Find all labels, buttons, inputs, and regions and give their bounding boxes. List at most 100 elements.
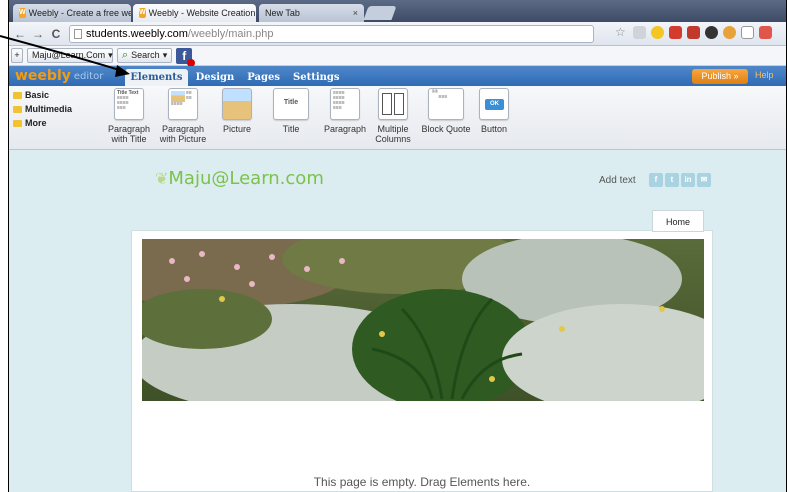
content-area[interactable]: This page is empty. Drag Elements here. (131, 230, 713, 492)
element-multiple-columns[interactable]: Multiple Columns (366, 88, 420, 144)
extension-icon[interactable] (633, 26, 646, 39)
multiple-columns-thumb (378, 88, 408, 120)
bookmark-extension-icon[interactable] (687, 26, 700, 39)
folder-icon (13, 105, 22, 113)
nav-home[interactable]: Home (645, 201, 723, 251)
publish-button[interactable]: Publish » (692, 69, 748, 84)
tab-settings[interactable]: Settings (288, 69, 345, 86)
custom-toolbar: + Maju@Learn.Com ▾ ⌕ Search ▾ f (9, 46, 786, 67)
elements-panel: Basic Multimedia More Title Text ≡≡≡≡ ≡≡≡≡… (9, 86, 786, 150)
element-label: Button (480, 124, 508, 134)
empty-page-message: This page is empty. Drag Elements here. (313, 475, 531, 489)
search-icon: ⌕ (122, 49, 129, 61)
pencil-icon[interactable] (741, 26, 754, 39)
tab-design[interactable]: Design (191, 69, 240, 86)
thumb-title: Title Text (117, 90, 139, 96)
moon-extension-icon[interactable] (651, 26, 664, 39)
email-social-icon[interactable]: ✉ (697, 173, 711, 187)
picture-thumb (222, 88, 252, 120)
title-thumb: Title Text (273, 88, 309, 120)
leaf-icon: ❦ (155, 169, 169, 188)
close-icon[interactable]: × (353, 4, 358, 22)
search-label: Search (131, 50, 160, 60)
back-button[interactable]: ← (13, 27, 27, 41)
browser-window: W Weebly - Create a free we × W Weebly -… (8, 0, 787, 492)
site-select[interactable]: Maju@Learn.Com ▾ (27, 48, 113, 63)
banner-image (142, 239, 704, 401)
picture-icon (171, 91, 185, 102)
site-title[interactable]: ❦Maju@Learn.com (155, 168, 324, 189)
element-label: Paragraph with Title (107, 124, 151, 144)
search-button[interactable]: ⌕ Search ▾ (117, 48, 173, 63)
block-quote-thumb: ❝≡≡≡ (428, 88, 464, 120)
button-thumb: OK (479, 88, 509, 120)
element-label: Paragraph with Picture (159, 124, 207, 144)
element-label: Picture (222, 124, 251, 134)
weebly-editor-bar: weebly editor Elements Design Pages Sett… (9, 66, 786, 86)
tab-strip: W Weebly - Create a free we × W Weebly -… (9, 0, 786, 22)
element-paragraph[interactable]: ≡≡≡≡ ≡≡≡≡ ≡≡≡≡ ≡≡≡ Paragraph (318, 88, 372, 134)
element-label: Multiple Columns (375, 124, 411, 144)
help-link[interactable]: Help (755, 70, 774, 80)
column-icon (394, 93, 404, 115)
tab-weebly-website[interactable]: W Weebly - Website Creation × (133, 4, 256, 22)
site-select-value: Maju@Learn.Com (32, 50, 106, 60)
paragraph-with-picture-thumb: ≡≡ ≡≡ ≡≡≡≡ (168, 88, 198, 120)
gmail-icon[interactable] (669, 26, 682, 39)
tab-new-tab[interactable]: New Tab × (259, 4, 364, 22)
category-multimedia[interactable]: Multimedia (13, 102, 103, 116)
site-title-text: Maju@Learn.com (168, 168, 324, 189)
paragraph-thumb: ≡≡≡≡ ≡≡≡≡ ≡≡≡≡ ≡≡≡ (330, 88, 360, 120)
quote-icon: ❝ (431, 88, 439, 101)
weebly-favicon-icon: W (139, 8, 146, 18)
chevron-down-icon: ▾ (108, 50, 113, 60)
element-button[interactable]: OK Button (467, 88, 521, 134)
element-block-quote[interactable]: ❝≡≡≡ Block Quote (419, 88, 473, 134)
tab-elements[interactable]: Elements (125, 69, 188, 86)
element-title[interactable]: Title Text Title (264, 88, 318, 134)
plus-icon[interactable]: + (11, 48, 23, 63)
reload-button[interactable]: C (49, 27, 63, 41)
tab-label: Weebly - Website Creation (148, 8, 256, 18)
orange-extension-icon[interactable] (723, 26, 736, 39)
facebook-social-icon[interactable]: f (649, 173, 663, 187)
garden-photo (142, 239, 704, 401)
thumb-title: Title Text (283, 99, 299, 106)
chevron-down-icon: ▾ (162, 50, 168, 60)
star-icon[interactable]: ☆ (615, 26, 628, 39)
wrench-icon[interactable] (759, 26, 772, 39)
tab-pages[interactable]: Pages (242, 69, 285, 86)
folder-icon (13, 119, 22, 127)
add-text-link[interactable]: Add text (599, 175, 636, 186)
column-icon (382, 93, 392, 115)
tab-label: New Tab (265, 8, 300, 18)
element-paragraph-with-title[interactable]: Title Text ≡≡≡≡ ≡≡≡≡ ≡≡≡ Paragraph with Tit… (102, 88, 156, 144)
weebly-logo: weebly editor (15, 68, 103, 84)
category-label: More (25, 118, 47, 128)
category-more[interactable]: More (13, 116, 103, 130)
category-label: Basic (25, 90, 50, 100)
ok-button-preview: OK (485, 99, 504, 110)
weebly-favicon-icon: W (19, 8, 26, 18)
element-picture[interactable]: Picture (210, 88, 264, 134)
paragraph-with-title-thumb: Title Text ≡≡≡≡ ≡≡≡≡ ≡≡≡ (114, 88, 144, 120)
element-paragraph-with-picture[interactable]: ≡≡ ≡≡ ≡≡≡≡ Paragraph with Picture (156, 88, 210, 144)
facebook-icon[interactable]: f (176, 47, 196, 67)
folder-icon (13, 91, 22, 99)
category-label: Multimedia (25, 104, 73, 114)
category-list: Basic Multimedia More (13, 88, 103, 130)
element-label: Block Quote (421, 124, 471, 134)
new-tab-button[interactable] (363, 6, 397, 20)
address-bar[interactable]: students.weebly.com/weebly/main.php (69, 24, 594, 43)
page-canvas[interactable]: ❦Maju@Learn.com Add text f t in ✉ This p… (9, 150, 786, 492)
page-icon (74, 28, 82, 39)
logo-text: weebly (15, 68, 71, 84)
tab-weebly-create[interactable]: W Weebly - Create a free we × (13, 4, 131, 22)
linkedin-social-icon[interactable]: in (681, 173, 695, 187)
url-host: students.weebly.com (86, 27, 188, 40)
logo-suffix: editor (73, 70, 104, 82)
forward-button[interactable]: → (31, 27, 45, 41)
dark-extension-icon[interactable] (705, 26, 718, 39)
twitter-social-icon[interactable]: t (665, 173, 679, 187)
category-basic[interactable]: Basic (13, 88, 103, 102)
